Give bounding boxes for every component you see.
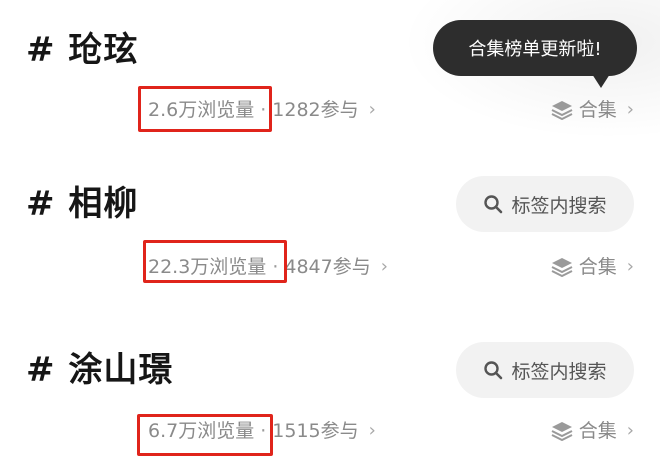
views-highlight-box bbox=[138, 86, 272, 132]
search-icon bbox=[484, 361, 503, 380]
collection-update-tooltip[interactable]: 合集榜单更新啦! bbox=[433, 20, 637, 76]
tag-search-button[interactable]: 标签内搜索 bbox=[456, 176, 634, 232]
search-icon bbox=[484, 195, 503, 214]
search-label: 标签内搜索 bbox=[511, 360, 607, 383]
collection-label: 合集 bbox=[578, 420, 617, 442]
chevron-right-icon[interactable]: › bbox=[369, 418, 376, 444]
views-highlight-box bbox=[137, 414, 273, 456]
tag-search-button[interactable]: 标签内搜索 bbox=[456, 342, 634, 398]
layers-icon bbox=[551, 422, 573, 441]
collection-link[interactable]: 合集 › bbox=[551, 254, 634, 280]
topic-title[interactable]: # 相柳 bbox=[26, 184, 138, 224]
topic-title[interactable]: # 玱玹 bbox=[26, 30, 138, 70]
collection-label: 合集 bbox=[578, 99, 617, 121]
topic-row[interactable]: # 相柳 标签内搜索 22.3万浏览量 · 4847参与 › 合集 › bbox=[0, 176, 660, 294]
tooltip-arrow bbox=[592, 74, 610, 88]
chevron-right-icon: › bbox=[626, 99, 634, 120]
topic-title[interactable]: # 涂山璟 bbox=[26, 350, 173, 390]
participant-count: 1515参与 bbox=[272, 420, 359, 442]
chevron-right-icon: › bbox=[626, 420, 634, 441]
participant-count: 4847参与 bbox=[284, 256, 371, 278]
chevron-right-icon[interactable]: › bbox=[369, 97, 376, 123]
participant-count: 1282参与 bbox=[272, 99, 359, 121]
chevron-right-icon: › bbox=[626, 256, 634, 277]
layers-icon bbox=[551, 258, 573, 277]
collection-link[interactable]: 合集 › bbox=[551, 418, 634, 444]
views-highlight-box bbox=[143, 240, 287, 283]
tooltip-text: 合集榜单更新啦! bbox=[468, 39, 602, 60]
topic-row[interactable]: # 涂山璟 标签内搜索 6.7万浏览量 · 1515参与 › 合集 › bbox=[0, 342, 660, 460]
collection-label: 合集 bbox=[578, 256, 617, 278]
search-label: 标签内搜索 bbox=[511, 194, 607, 217]
collection-link[interactable]: 合集 › bbox=[551, 97, 634, 123]
layers-icon bbox=[551, 101, 573, 120]
chevron-right-icon[interactable]: › bbox=[381, 254, 388, 280]
